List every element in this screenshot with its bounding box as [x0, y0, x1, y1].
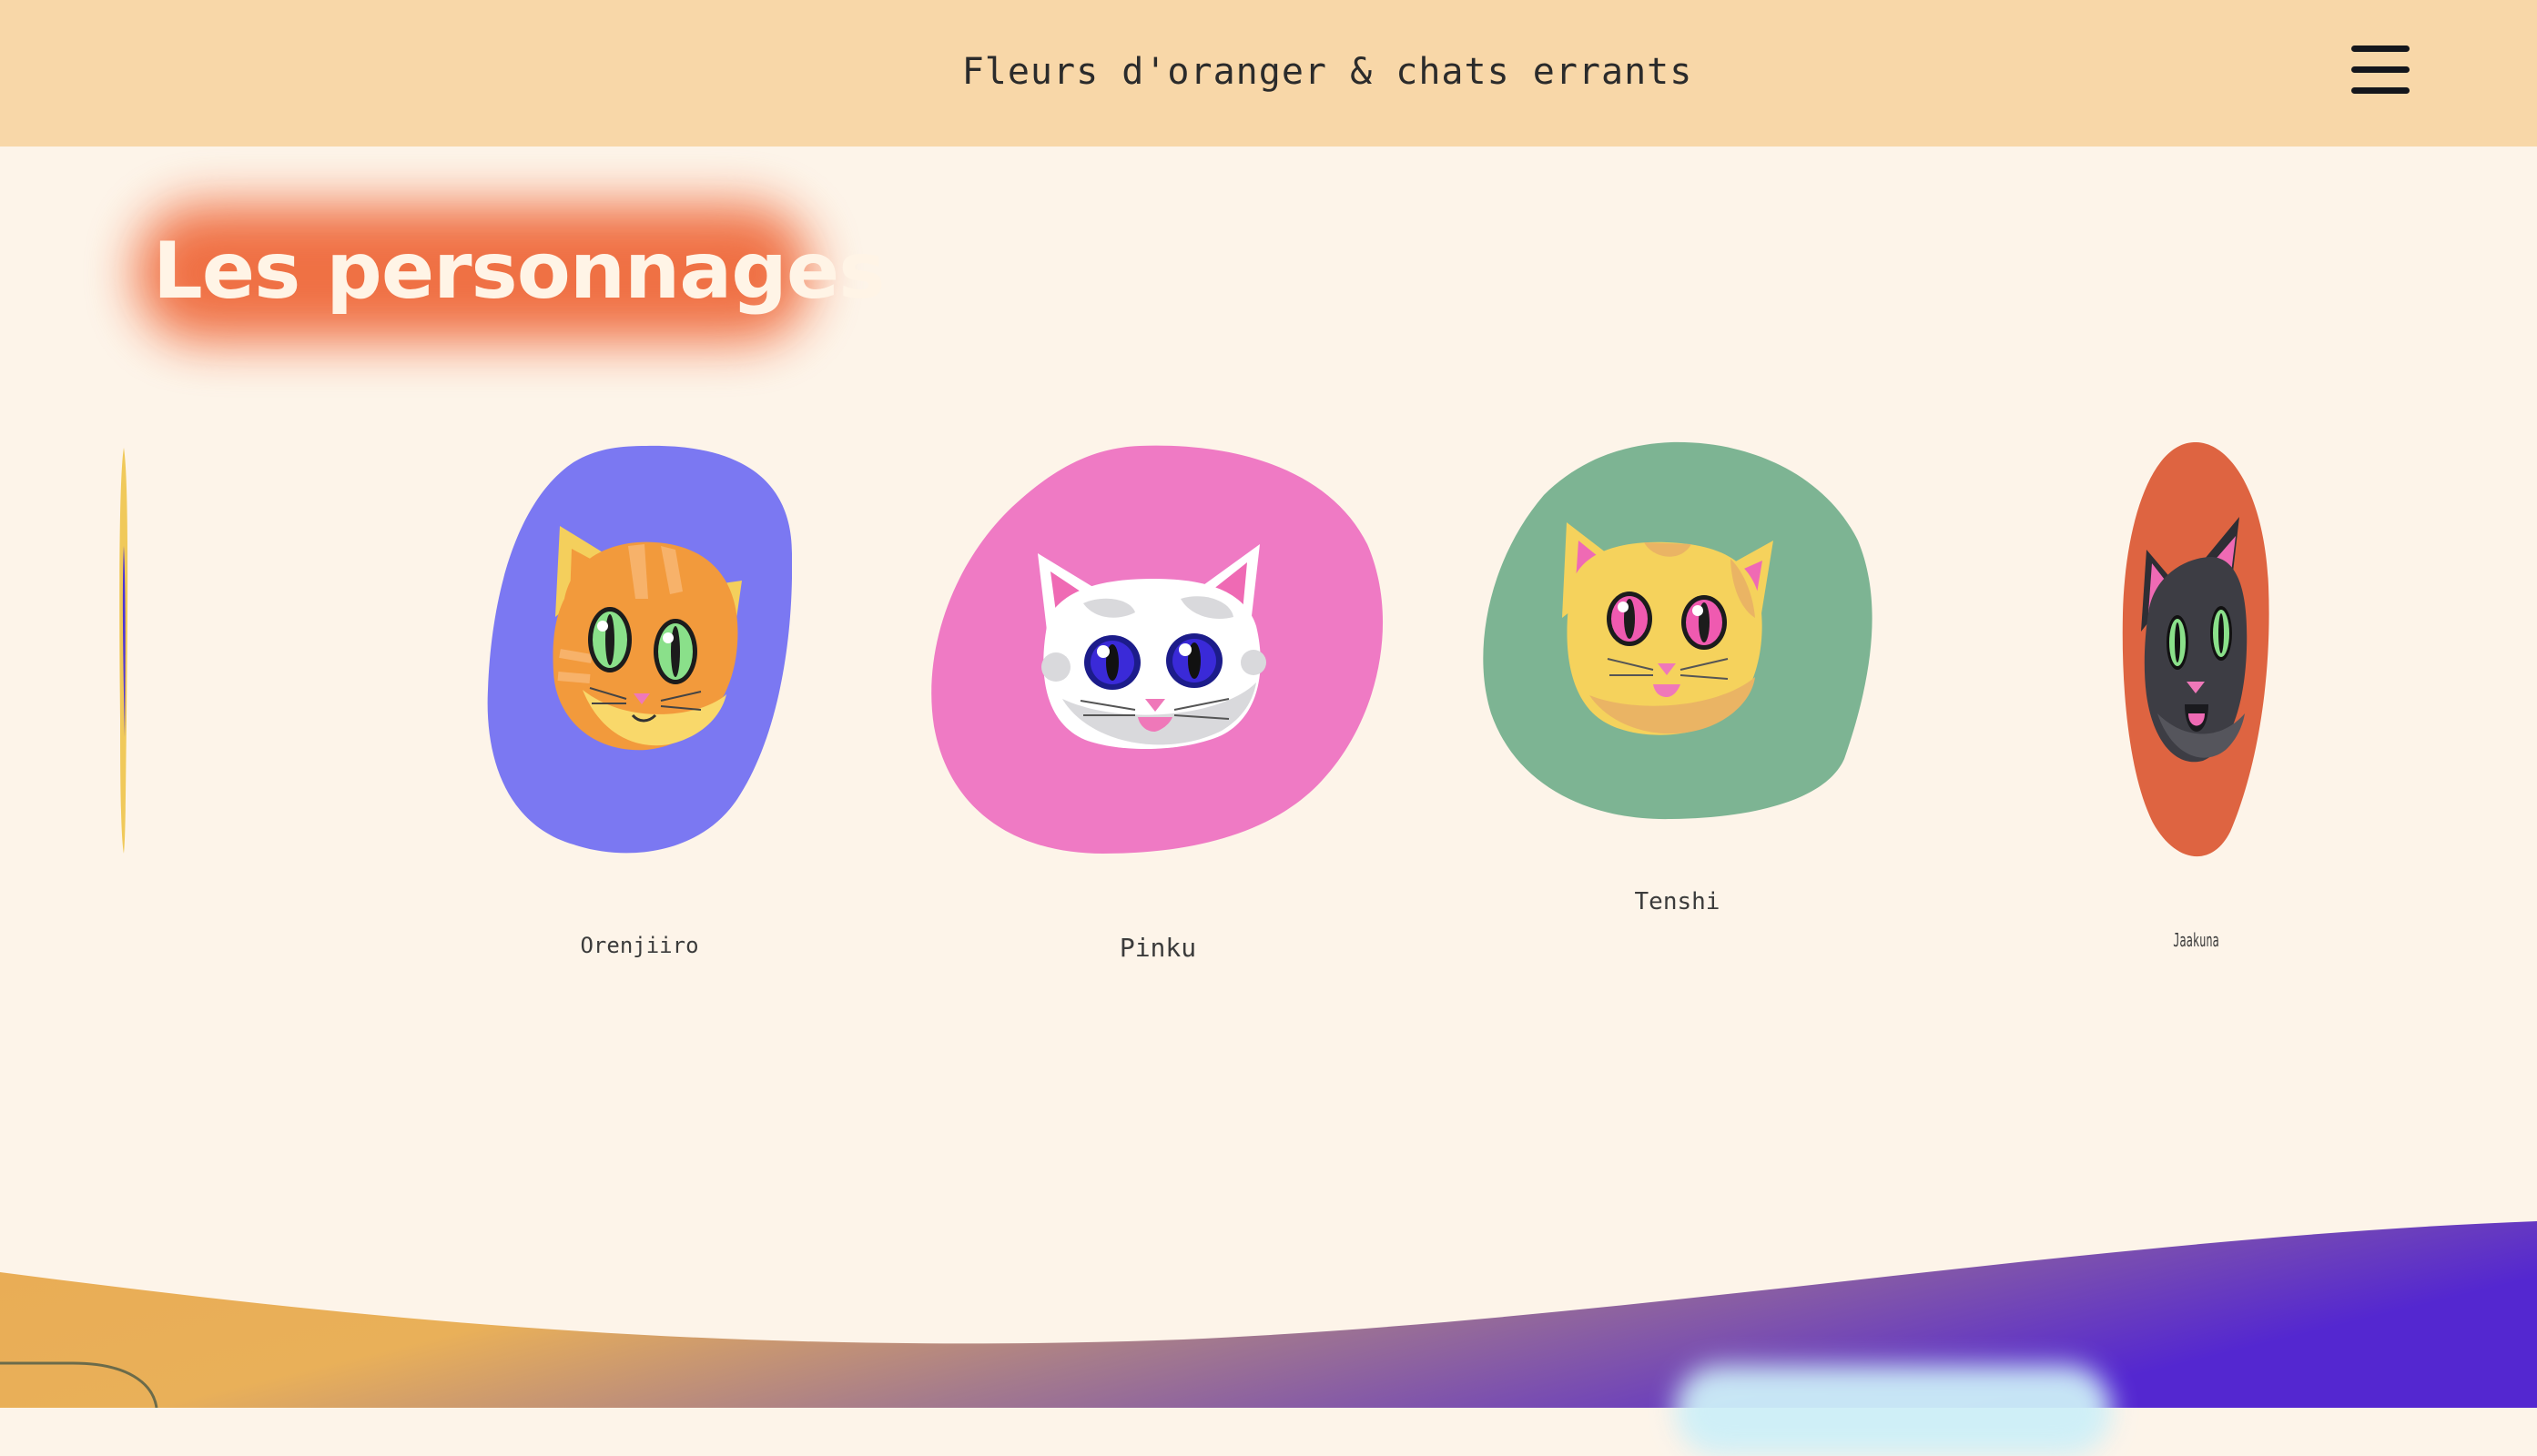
footer-bubble — [1675, 1365, 2112, 1456]
character-name: Orenjiiro — [580, 933, 699, 958]
white-cat-icon — [931, 445, 1384, 854]
character-name: Jaakuna — [2173, 929, 2219, 951]
character-blob — [119, 448, 128, 854]
character-card-jaakuna[interactable]: Jaakuna — [2121, 440, 2271, 951]
footer-wave — [0, 1221, 2537, 1408]
site-title[interactable]: Fleurs d'oranger & chats errants — [0, 51, 2537, 93]
site-header: Fleurs d'oranger & chats errants — [0, 0, 2537, 147]
character-name: Pinku — [1119, 933, 1197, 963]
menu-bar — [2351, 87, 2410, 94]
section-heading: Les personnages — [153, 226, 885, 317]
black-cat-icon — [2122, 441, 2269, 857]
character-card-orenjiiro[interactable]: Orenjiiro — [482, 444, 792, 958]
hamburger-menu-icon[interactable] — [2351, 44, 2410, 96]
menu-bar — [2351, 66, 2410, 73]
character-card-tenshi[interactable]: Tenshi — [1480, 440, 1874, 915]
menu-bar — [2351, 46, 2410, 52]
character-card-pinku[interactable]: Pinku — [930, 444, 1385, 963]
character-card-edge-left[interactable] — [113, 446, 135, 855]
yellow-cat-icon — [1483, 441, 1872, 820]
character-name: Tenshi — [1634, 888, 1720, 915]
orange-cat-icon — [487, 445, 792, 854]
